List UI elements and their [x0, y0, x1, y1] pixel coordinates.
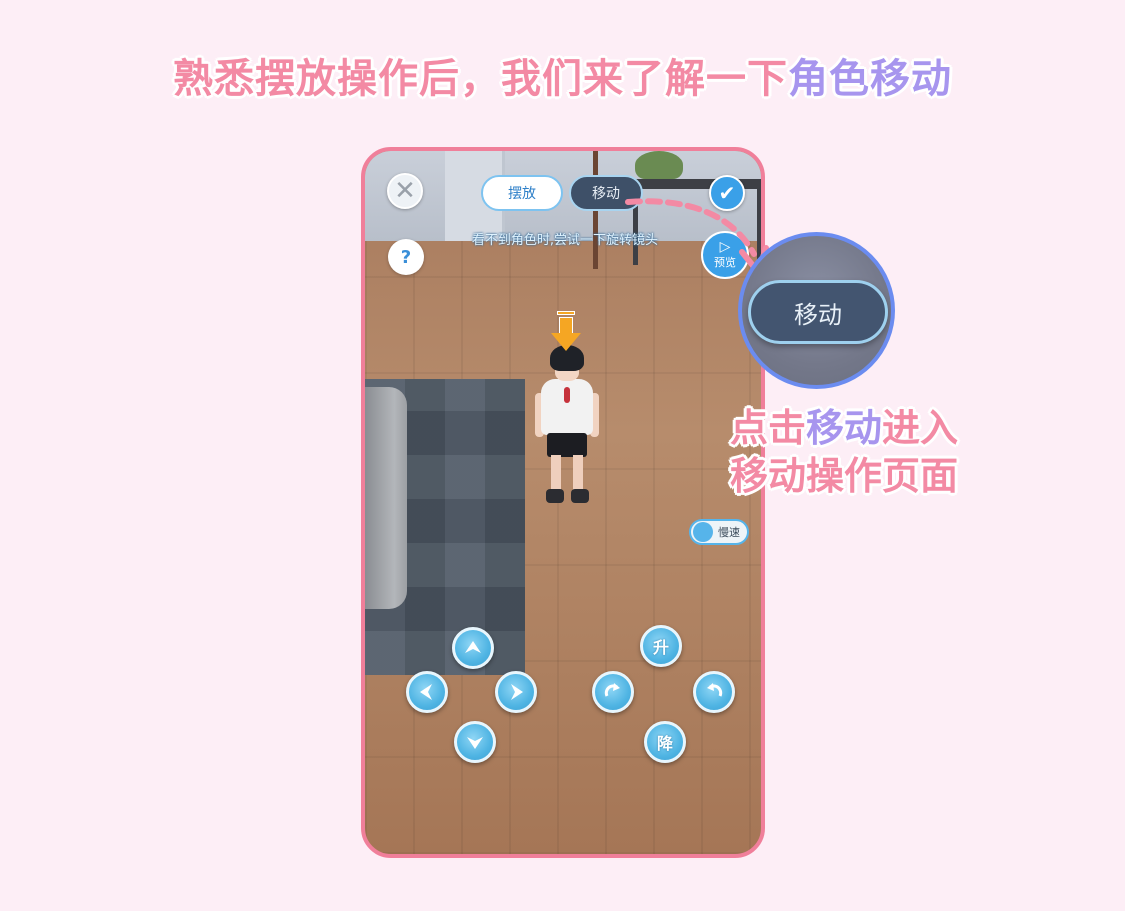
rotate-left-button[interactable]	[693, 671, 735, 713]
toggle-knob	[693, 522, 713, 542]
raise-button[interactable]: 升	[640, 625, 682, 667]
move-right-button[interactable]	[495, 671, 537, 713]
move-up-button[interactable]	[452, 627, 494, 669]
lower-label: 降	[656, 734, 673, 753]
help-label: ?	[400, 246, 412, 268]
potted-plant	[635, 151, 683, 179]
callout-instruction: 点击移动进入 移动操作页面	[730, 404, 958, 500]
sofa	[365, 387, 407, 609]
callout-line1: 点击移动进入	[730, 404, 958, 452]
selection-arrow-icon	[551, 311, 581, 355]
close-button[interactable]: ✕	[387, 173, 423, 209]
arrow-down-icon	[467, 737, 483, 749]
rotate-ccw-icon	[707, 683, 723, 697]
lower-button[interactable]: 降	[644, 721, 686, 763]
raise-label: 升	[652, 638, 669, 657]
help-button[interactable]: ?	[388, 239, 424, 275]
slow-speed-toggle[interactable]: 慢速	[689, 519, 749, 545]
page-headline: 熟悉摆放操作后，我们来了解一下角色移动	[0, 46, 1125, 104]
headline-part1: 熟悉摆放操作后，我们来了解一下	[173, 56, 788, 102]
side-table	[630, 179, 761, 189]
callout-arrow-icon	[625, 198, 769, 275]
zoomed-move-button: 移动	[748, 280, 888, 344]
headline-part2: 角色移动	[788, 56, 952, 102]
slow-speed-label: 慢速	[718, 526, 740, 539]
callout-line1-c: 进入	[882, 406, 959, 450]
rotate-right-button[interactable]	[592, 671, 634, 713]
arrow-left-icon	[420, 684, 432, 700]
arrow-right-icon	[511, 684, 523, 700]
move-down-button[interactable]	[454, 721, 496, 763]
close-icon: ✕	[394, 176, 416, 206]
callout-line1-a: 点击	[730, 406, 807, 450]
tab-place[interactable]: 摆放	[481, 175, 563, 211]
callout-line2: 移动操作页面	[730, 454, 959, 498]
arrow-up-icon	[465, 641, 481, 653]
move-left-button[interactable]	[406, 671, 448, 713]
player-character[interactable]	[533, 343, 601, 513]
rotate-cw-icon	[604, 683, 620, 697]
callout-line1-b: 移动	[806, 406, 883, 450]
zoom-magnifier: 移动	[738, 232, 895, 389]
